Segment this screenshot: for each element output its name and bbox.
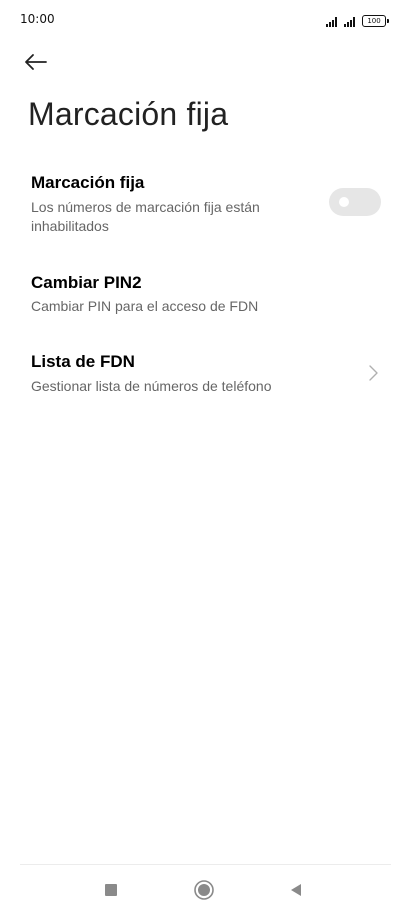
fdn-list-subtitle: Gestionar lista de números de teléfono [31, 378, 272, 394]
recents-square-icon [105, 884, 117, 896]
battery-level: 100 [362, 15, 386, 27]
fixed-dialing-subtitle: Los números de marcación fija están inha… [31, 199, 260, 234]
navigation-bar [0, 866, 411, 914]
status-icons: 100 [326, 13, 389, 27]
fixed-dialing-toggle[interactable] [329, 188, 381, 216]
back-triangle-icon [291, 884, 301, 896]
page-title: Marcación fija [28, 96, 229, 132]
nav-divider [20, 864, 391, 865]
chevron-right-icon[interactable] [366, 364, 380, 382]
change-pin2-subtitle: Cambiar PIN para el acceso de FDN [31, 298, 259, 314]
home-circle-icon [194, 880, 214, 900]
battery-icon: 100 [362, 15, 389, 27]
home-button[interactable] [192, 878, 216, 902]
toggle-knob [339, 197, 349, 207]
signal-icon [344, 17, 355, 27]
status-time: 10:00 [20, 12, 55, 26]
recents-button[interactable] [99, 878, 123, 902]
arrow-left-icon [25, 54, 47, 70]
fixed-dialing-title: Marcación fija [31, 173, 145, 192]
status-bar: 10:00 100 [0, 0, 411, 40]
fdn-list-title[interactable]: Lista de FDN [31, 352, 135, 372]
nav-back-button[interactable] [284, 878, 308, 902]
change-pin2-title[interactable]: Cambiar PIN2 [31, 273, 142, 293]
signal-icon [326, 17, 337, 27]
back-button[interactable] [24, 44, 64, 80]
